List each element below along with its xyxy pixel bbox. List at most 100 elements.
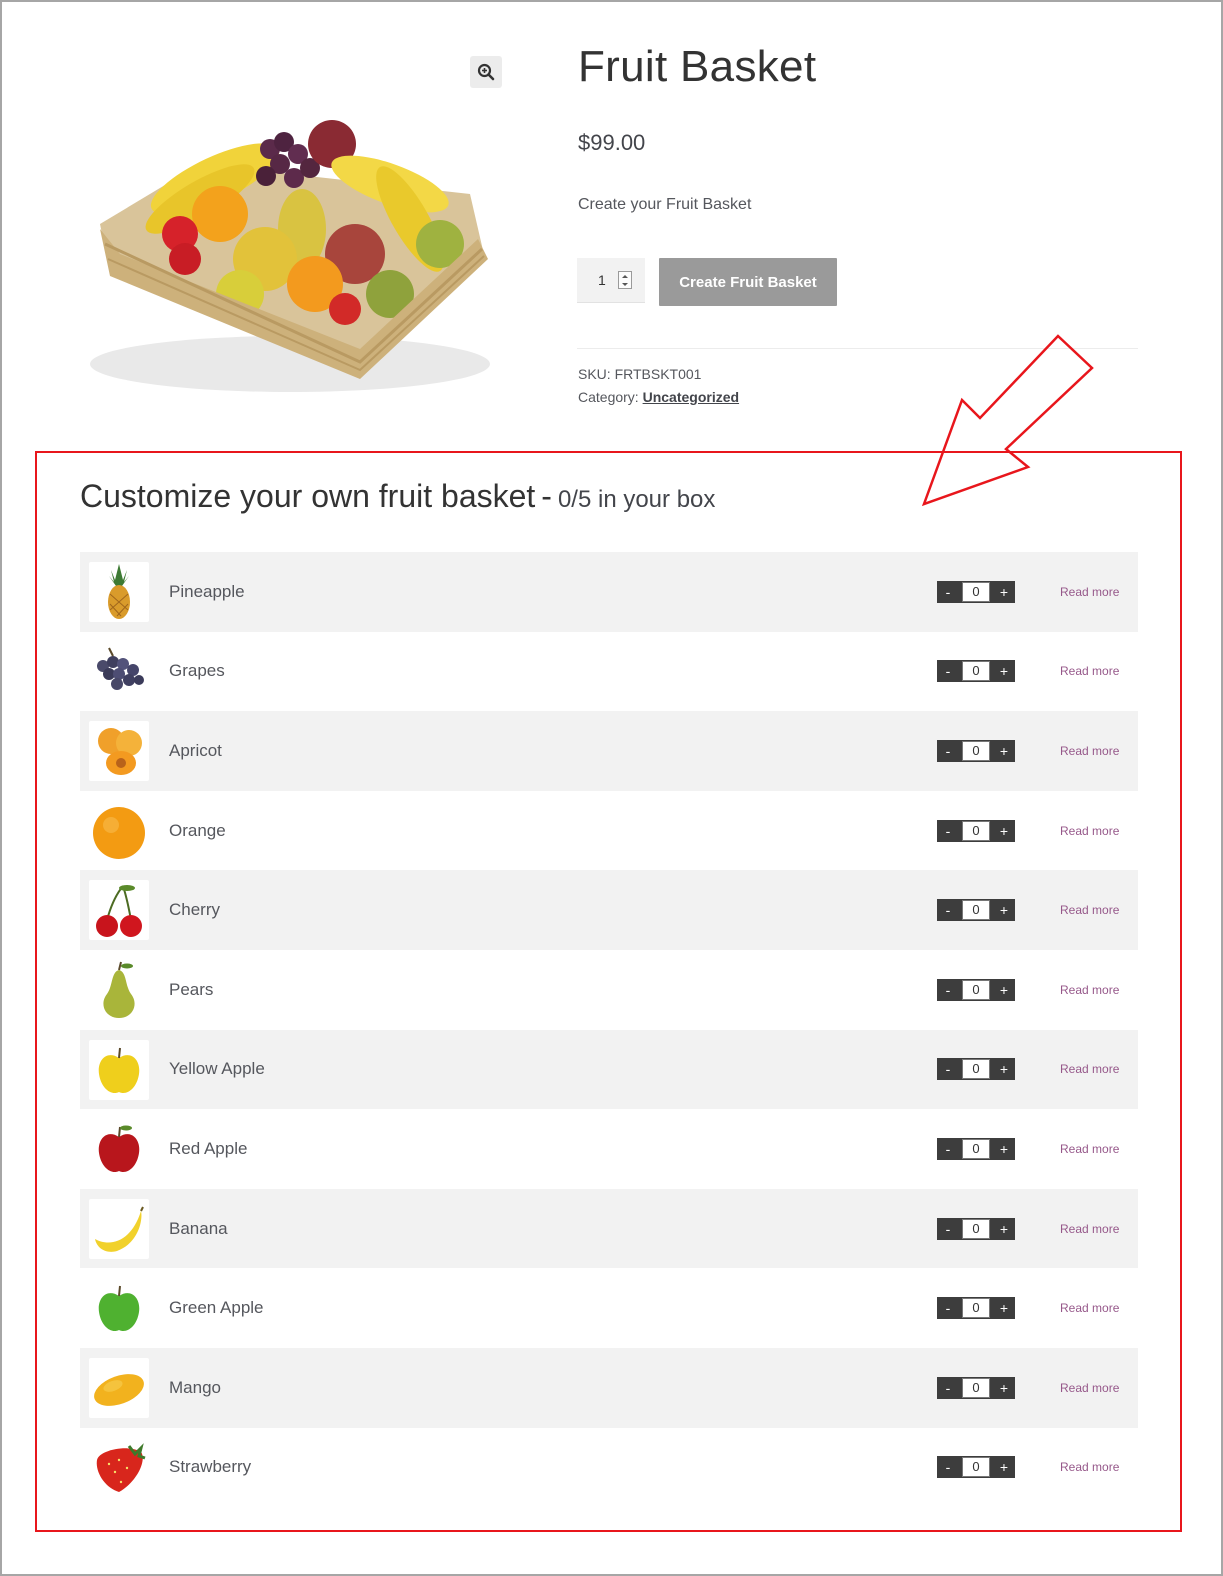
fruit-thumbnail[interactable] <box>89 1198 149 1259</box>
decrease-button[interactable]: - <box>937 1219 959 1239</box>
quantity-field[interactable]: 0 <box>962 1138 990 1159</box>
decrease-button[interactable]: - <box>937 661 959 681</box>
read-more-link[interactable]: Read more <box>1060 1222 1119 1236</box>
increase-button[interactable]: + <box>993 1139 1015 1159</box>
decrease-button[interactable]: - <box>937 1139 959 1159</box>
quantity-value[interactable]: 1 <box>598 272 614 288</box>
category-link[interactable]: Uncategorized <box>643 389 739 405</box>
increase-button[interactable]: + <box>993 661 1015 681</box>
quantity-field[interactable]: 0 <box>962 1059 990 1080</box>
quantity-stepper: - 0 + <box>937 1058 1015 1081</box>
fruit-thumbnail[interactable] <box>89 1039 149 1100</box>
increase-button[interactable]: + <box>993 582 1015 602</box>
decrease-button[interactable]: - <box>937 1457 959 1477</box>
decrease-button[interactable]: - <box>937 821 959 841</box>
spin-up-icon[interactable] <box>622 274 628 278</box>
mango-icon <box>94 1374 144 1406</box>
fruit-name: Strawberry <box>169 1457 252 1477</box>
fruit-thumbnail[interactable] <box>89 562 149 622</box>
product-category: Category: Uncategorized <box>578 389 739 405</box>
spin-down-icon[interactable] <box>622 282 628 286</box>
read-more-link[interactable]: Read more <box>1060 1460 1119 1474</box>
fruit-thumbnail[interactable] <box>89 1357 149 1418</box>
decrease-button[interactable]: - <box>937 582 959 602</box>
fruit-row-orange: Orange - 0 + Read more <box>80 791 1138 871</box>
read-more-link[interactable]: Read more <box>1060 903 1119 917</box>
decrease-button[interactable]: - <box>937 900 959 920</box>
product-title: Fruit Basket <box>578 42 817 91</box>
product-description: Create your Fruit Basket <box>578 196 752 213</box>
fruit-thumbnail[interactable] <box>89 880 149 941</box>
decrease-button[interactable]: - <box>937 1378 959 1398</box>
quantity-field[interactable]: 0 <box>962 820 990 841</box>
quantity-spinner[interactable] <box>618 271 632 289</box>
increase-button[interactable]: + <box>993 741 1015 761</box>
zoom-button[interactable] <box>470 56 502 88</box>
decrease-button[interactable]: - <box>937 1298 959 1318</box>
fruit-name: Pineapple <box>169 581 245 601</box>
quantity-field[interactable]: 0 <box>962 1218 990 1239</box>
read-more-link[interactable]: Read more <box>1060 1381 1119 1395</box>
quantity-field[interactable]: 0 <box>962 661 990 682</box>
fruit-row-strawberry: Strawberry - 0 + Read more <box>80 1428 1138 1508</box>
fruit-row-grapes: Grapes - 0 + Read more <box>80 632 1138 712</box>
read-more-link[interactable]: Read more <box>1060 983 1119 997</box>
product-image[interactable] <box>70 44 510 424</box>
read-more-link[interactable]: Read more <box>1060 1142 1119 1156</box>
fruit-thumbnail[interactable] <box>89 641 149 702</box>
increase-button[interactable]: + <box>993 1059 1015 1079</box>
quantity-field[interactable]: 0 <box>962 1457 990 1478</box>
decrease-button[interactable]: - <box>937 980 959 1000</box>
quantity-field[interactable]: 0 <box>962 900 990 921</box>
create-fruit-basket-button[interactable]: Create Fruit Basket <box>659 258 837 306</box>
fruit-thumbnail[interactable] <box>89 721 149 782</box>
quantity-field[interactable]: 0 <box>962 581 990 602</box>
fruit-row-pears: Pears - 0 + Read more <box>80 950 1138 1030</box>
fruit-thumbnail[interactable] <box>89 1119 149 1180</box>
quantity-stepper: - 0 + <box>937 739 1015 762</box>
quantity-stepper: - 0 + <box>937 819 1015 842</box>
orange-icon <box>93 806 145 859</box>
increase-button[interactable]: + <box>993 900 1015 920</box>
read-more-link[interactable]: Read more <box>1060 585 1119 599</box>
quantity-stepper: - 0 + <box>937 1137 1015 1160</box>
fruit-row-red-apple: Red Apple - 0 + Read more <box>80 1109 1138 1189</box>
quantity-stepper: - 0 + <box>937 1376 1015 1399</box>
quantity-field[interactable]: 0 <box>962 1298 990 1319</box>
read-more-link[interactable]: Read more <box>1060 664 1119 678</box>
quantity-field[interactable]: 0 <box>962 979 990 1000</box>
increase-button[interactable]: + <box>993 1219 1015 1239</box>
increase-button[interactable]: + <box>993 1378 1015 1398</box>
fruit-name: Grapes <box>169 661 225 681</box>
red-apple-icon <box>98 1125 140 1173</box>
increase-button[interactable]: + <box>993 980 1015 1000</box>
fruit-basket-image <box>90 120 490 392</box>
read-more-link[interactable]: Read more <box>1060 1062 1119 1076</box>
strawberry-icon <box>96 1442 146 1492</box>
increase-button[interactable]: + <box>993 821 1015 841</box>
decrease-button[interactable]: - <box>937 741 959 761</box>
fruit-name: Orange <box>169 820 226 840</box>
fruit-row-yellow-apple: Yellow Apple - 0 + Read more <box>80 1029 1138 1110</box>
decrease-button[interactable]: - <box>937 1059 959 1079</box>
fruit-thumbnail[interactable] <box>89 1278 149 1339</box>
fruit-row-apricot: Apricot - 0 + Read more <box>80 711 1138 791</box>
fruit-thumbnail[interactable] <box>89 1437 149 1498</box>
grapes-icon <box>97 647 144 690</box>
read-more-link[interactable]: Read more <box>1060 1301 1119 1315</box>
fruit-row-banana: Banana - 0 + Read more <box>80 1188 1138 1269</box>
fruit-name: Pears <box>169 979 214 999</box>
quantity-input[interactable]: 1 <box>577 258 645 303</box>
fruit-row-mango: Mango - 0 + Read more <box>80 1347 1138 1428</box>
read-more-link[interactable]: Read more <box>1060 744 1119 758</box>
quantity-stepper: - 0 + <box>937 660 1015 683</box>
fruit-thumbnail[interactable] <box>89 959 149 1020</box>
increase-button[interactable]: + <box>993 1298 1015 1318</box>
increase-button[interactable]: + <box>993 1457 1015 1477</box>
product-sku: SKU: FRTBSKT001 <box>578 366 701 382</box>
quantity-field[interactable]: 0 <box>962 1377 990 1398</box>
fruit-name: Apricot <box>169 740 222 760</box>
fruit-thumbnail[interactable] <box>89 800 149 861</box>
quantity-field[interactable]: 0 <box>962 740 990 761</box>
read-more-link[interactable]: Read more <box>1060 824 1119 838</box>
